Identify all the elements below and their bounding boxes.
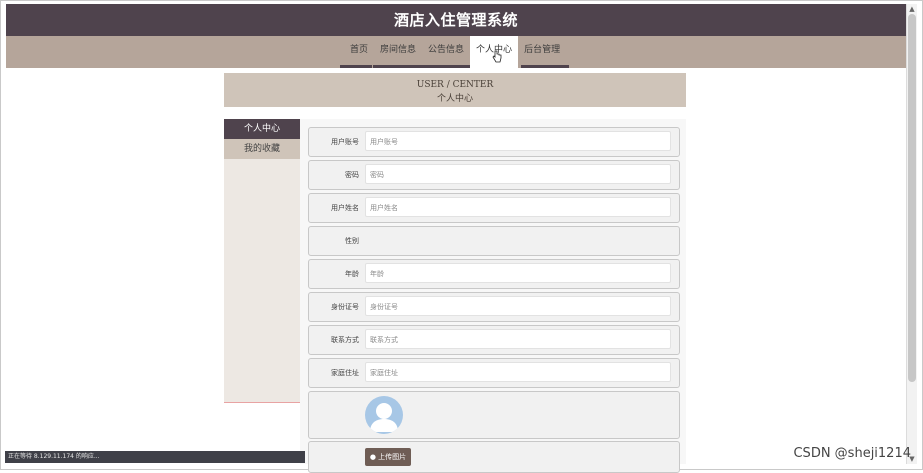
form-row-age: 年龄 年龄 (308, 259, 680, 289)
form-row-password: 密码 密码 (308, 160, 680, 190)
nav-room-info[interactable]: 房间信息 (374, 36, 422, 68)
form-row-name: 用户姓名 用户姓名 (308, 193, 680, 223)
account-input[interactable]: 用户账号 (365, 131, 671, 151)
form-row-account: 用户账号 用户账号 (308, 127, 680, 157)
avatar (365, 396, 403, 434)
sidebar-item-favorites[interactable]: 我的收藏 (224, 139, 300, 159)
age-input[interactable]: 年龄 (365, 263, 671, 283)
nav-backend[interactable]: 后台管理 (518, 36, 566, 68)
avatar-row (308, 391, 680, 439)
site-title: 酒店入住管理系统 (393, 11, 518, 29)
watermark: CSDN @sheji1214 (793, 446, 911, 461)
scrollbar-thumb[interactable] (908, 14, 916, 382)
upload-label: 上传图片 (378, 453, 407, 461)
scroll-up-arrow-icon[interactable]: ▲ (907, 4, 917, 14)
id-number-input[interactable]: 身份证号 (365, 296, 671, 316)
field-label: 用户账号 (331, 138, 359, 146)
form-row-id-number: 身份证号 身份证号 (308, 292, 680, 322)
header-bar: 酒店入住管理系统 (6, 4, 906, 36)
nav-menu: 首页 房间信息 公告信息 个人中心 后台管理 (344, 36, 566, 68)
upload-icon: ● (369, 453, 376, 461)
nav-underline-2 (373, 65, 470, 68)
password-input[interactable]: 密码 (365, 164, 671, 184)
contact-input[interactable]: 联系方式 (365, 329, 671, 349)
field-label: 身份证号 (331, 303, 359, 311)
field-label: 密码 (345, 171, 359, 179)
page-scrollbar[interactable]: ▲ ▼ (906, 4, 917, 464)
banner-title-en: USER / CENTER (416, 80, 494, 90)
field-label: 家庭住址 (331, 369, 359, 377)
upload-row: ● 上传图片 (308, 441, 680, 473)
nav-notice-info[interactable]: 公告信息 (422, 36, 470, 68)
hand-cursor-icon (492, 50, 502, 63)
nav-home[interactable]: 首页 (344, 36, 374, 68)
user-avatar-icon (370, 403, 398, 432)
personal-center-banner: USER / CENTER 个人中心 (224, 73, 686, 107)
form-row-address: 家庭住址 家庭住址 (308, 358, 680, 388)
field-label: 用户姓名 (331, 204, 359, 212)
upload-image-button[interactable]: ● 上传图片 (365, 448, 411, 466)
address-input[interactable]: 家庭住址 (365, 362, 671, 382)
field-label: 性别 (345, 237, 359, 245)
form-row-contact: 联系方式 联系方式 (308, 325, 680, 355)
field-label: 年龄 (345, 270, 359, 278)
nav-bar: 首页 房间信息 公告信息 个人中心 后台管理 (6, 36, 906, 68)
sidebar-item-personal-center[interactable]: 个人中心 (224, 119, 300, 139)
profile-form: 用户账号 用户账号 密码 密码 用户姓名 用户姓名 性别 年龄 年龄 身份证号 … (300, 119, 686, 473)
browser-status-bar: 正在等待 8.129.11.174 的响应... (5, 451, 305, 463)
nav-underline-1 (340, 65, 372, 68)
form-row-gender: 性别 (308, 226, 680, 256)
banner-title-zh: 个人中心 (436, 94, 473, 104)
name-input[interactable]: 用户姓名 (365, 197, 671, 217)
sidebar: 个人中心 我的收藏 (224, 119, 300, 403)
field-label: 联系方式 (331, 336, 359, 344)
nav-underline-3 (521, 65, 569, 68)
